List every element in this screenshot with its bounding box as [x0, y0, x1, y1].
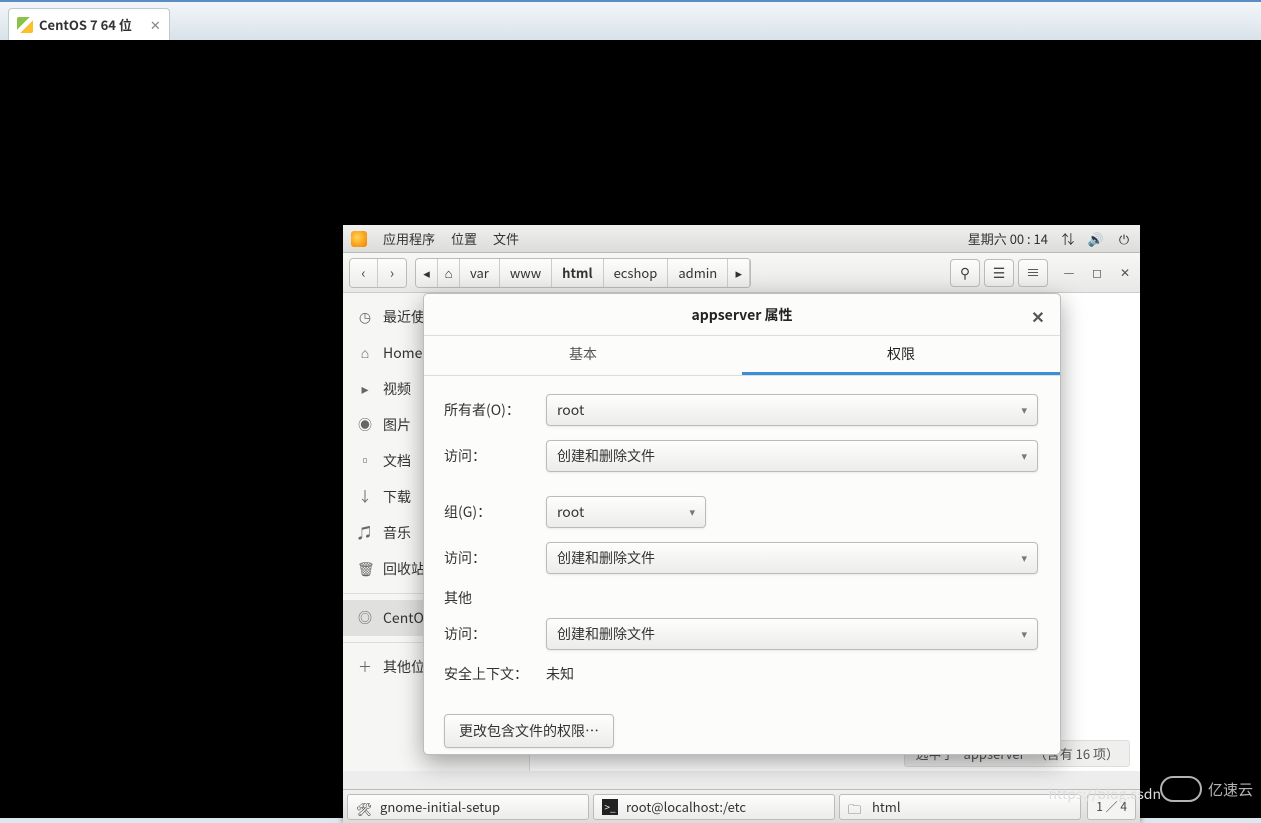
owner-access-label: 访问： — [444, 446, 546, 466]
download-icon: ↓ — [357, 487, 373, 507]
volume-icon[interactable]: 🔊 — [1088, 231, 1104, 247]
menu-places[interactable]: 位置 — [451, 229, 477, 248]
window-maximize-icon[interactable]: ◻ — [1088, 264, 1106, 282]
change-recursive-button[interactable]: 更改包含文件的权限… — [444, 714, 614, 748]
secontext-value: 未知 — [546, 664, 574, 684]
menu-applications[interactable]: 应用程序 — [383, 229, 435, 248]
vm-tab[interactable]: CentOS 7 64 位 ✕ — [8, 8, 170, 40]
music-icon: ♫ — [357, 523, 373, 543]
search-button[interactable]: ⚲ — [950, 259, 980, 287]
panel-datetime[interactable]: 星期六 00 : 14 — [968, 229, 1048, 248]
terminal-icon: >_ — [602, 799, 618, 815]
activities-icon[interactable] — [351, 231, 367, 247]
group-label: 组(G)： — [444, 502, 546, 522]
taskbar-item-terminal[interactable]: >_ root@localhost:/etc — [593, 794, 835, 820]
path-seg-html[interactable]: html — [552, 259, 603, 287]
vm-tab-title: CentOS 7 64 位 — [39, 15, 132, 34]
path-home-button[interactable]: ⌂ — [438, 259, 460, 287]
path-seg-ecshop[interactable]: ecshop — [604, 259, 669, 287]
path-scroll-right[interactable]: ▸ — [728, 259, 750, 287]
close-tab-icon[interactable]: ✕ — [150, 15, 161, 34]
others-access-combo[interactable]: 创建和删除文件 — [546, 618, 1038, 650]
taskbar-item-files[interactable]: 🗀 html — [839, 794, 1081, 820]
window-minimize-icon[interactable]: — — [1060, 264, 1078, 282]
gnome-desktop: 应用程序 位置 文件 星期六 00 : 14 ⇅ 🔊 ⏻ ‹ › ◂ ⌂ var… — [343, 225, 1140, 823]
owner-combo[interactable]: root — [546, 394, 1038, 426]
path-seg-admin[interactable]: admin — [668, 259, 728, 287]
others-section-label: 其他 — [444, 588, 1040, 608]
nav-buttons: ‹ › — [349, 258, 407, 288]
watermark: 亿速云 — [1160, 776, 1253, 802]
dialog-titlebar: appserver 属性 ✕ — [424, 294, 1060, 336]
nav-forward-button[interactable]: › — [378, 259, 406, 287]
group-combo[interactable]: root — [546, 496, 706, 528]
trash-icon: 🗑 — [357, 559, 373, 579]
power-icon[interactable]: ⏻ — [1116, 231, 1132, 247]
folder-icon: 🗀 — [848, 799, 864, 815]
tab-permissions[interactable]: 权限 — [742, 336, 1060, 375]
path-scroll-left[interactable]: ◂ — [416, 259, 438, 287]
taskbar-item-setup[interactable]: 🛠 gnome-initial-setup — [347, 794, 589, 820]
watermark-text: 亿速云 — [1208, 779, 1253, 800]
plus-icon: ＋ — [357, 657, 373, 677]
view-list-button[interactable]: ☰ — [984, 259, 1014, 287]
home-icon: ⌂ — [357, 343, 373, 363]
clock-icon: ◷ — [357, 307, 373, 327]
path-seg-www[interactable]: www — [500, 259, 552, 287]
tab-basic[interactable]: 基本 — [424, 336, 742, 375]
menu-files[interactable]: 文件 — [493, 229, 519, 248]
filemanager-toolbar: ‹ › ◂ ⌂ var www html ecshop admin ▸ ⚲ ☰ … — [343, 253, 1140, 293]
path-bar: ◂ ⌂ var www html ecshop admin ▸ — [415, 258, 751, 288]
path-seg-var[interactable]: var — [460, 259, 500, 287]
owner-label: 所有者(O)： — [444, 400, 546, 420]
blog-url-text: https://blog.csdn — [1049, 784, 1161, 804]
tools-icon: 🛠 — [356, 799, 372, 815]
view-menu-button[interactable]: ≡ — [1018, 259, 1048, 287]
vm-display: 应用程序 位置 文件 星期六 00 : 14 ⇅ 🔊 ⏻ ‹ › ◂ ⌂ var… — [0, 40, 1261, 818]
dialog-close-icon[interactable]: ✕ — [1028, 304, 1048, 324]
others-access-label: 访问： — [444, 624, 546, 644]
disc-icon: ◎ — [357, 608, 373, 628]
group-access-combo[interactable]: 创建和删除文件 — [546, 542, 1038, 574]
window-close-icon[interactable]: ✕ — [1116, 264, 1134, 282]
group-access-label: 访问： — [444, 548, 546, 568]
secontext-label: 安全上下文： — [444, 664, 546, 684]
dialog-title: appserver 属性 — [692, 305, 793, 325]
document-icon: ▫ — [357, 451, 373, 471]
dialog-tabs: 基本 权限 — [424, 336, 1060, 376]
host-tab-bar: CentOS 7 64 位 ✕ — [0, 0, 1261, 40]
network-icon[interactable]: ⇅ — [1060, 231, 1076, 247]
vm-icon — [17, 17, 33, 33]
nav-back-button[interactable]: ‹ — [350, 259, 378, 287]
properties-dialog: appserver 属性 ✕ 基本 权限 所有者(O)： root 访问： 创建… — [423, 293, 1061, 755]
owner-access-combo[interactable]: 创建和删除文件 — [546, 440, 1038, 472]
cloud-icon — [1160, 776, 1202, 802]
video-icon: ▸ — [357, 379, 373, 399]
gnome-top-panel: 应用程序 位置 文件 星期六 00 : 14 ⇅ 🔊 ⏻ — [343, 225, 1140, 253]
camera-icon: ◉ — [357, 415, 373, 435]
